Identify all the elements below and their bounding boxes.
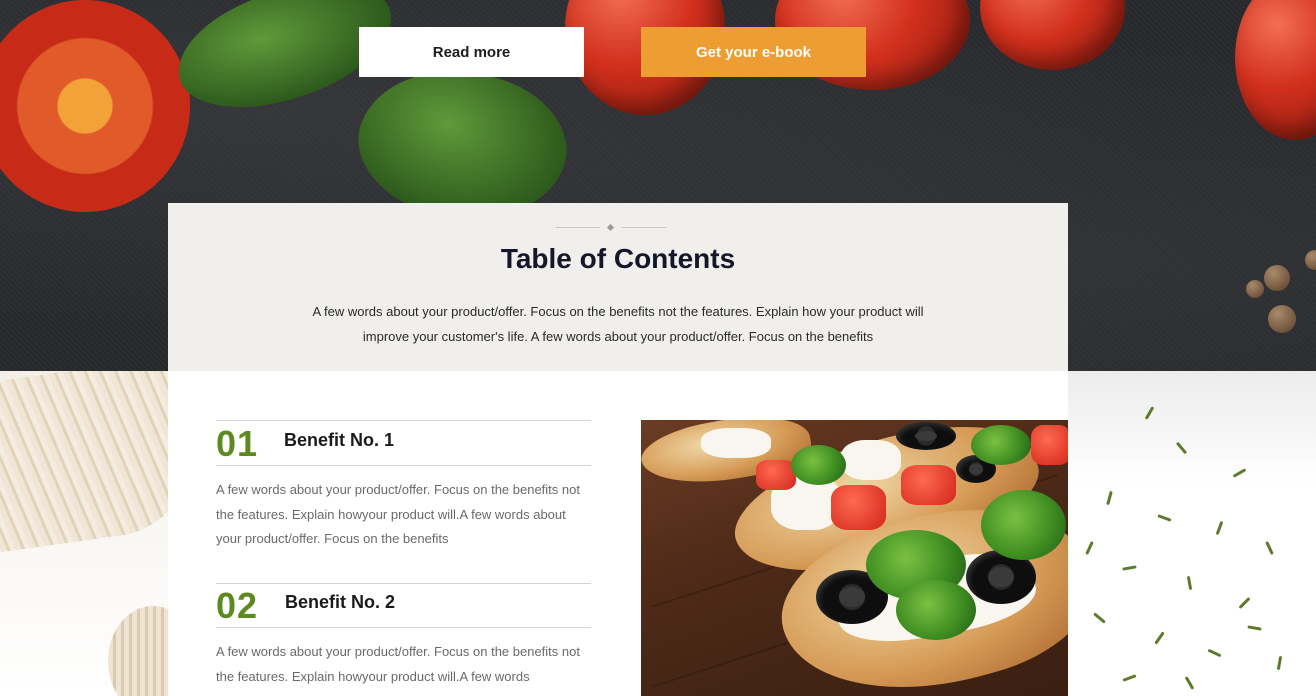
herb-decoration xyxy=(1184,676,1195,690)
benefit-item: 02 Benefit No. 2 A few words about your … xyxy=(216,583,591,696)
benefit-number: 02 xyxy=(216,585,259,626)
tomato-decoration xyxy=(980,0,1125,70)
cheese-topping xyxy=(701,428,771,458)
herb-decoration xyxy=(1122,674,1137,682)
herb-decoration xyxy=(1215,520,1224,536)
section-divider xyxy=(556,223,666,232)
garlic-bulb-decoration xyxy=(108,606,168,696)
parsley-garnish xyxy=(981,490,1066,560)
olive-slice xyxy=(896,422,956,450)
divider-line xyxy=(556,227,600,228)
herb-decoration xyxy=(1247,625,1262,631)
herb-decoration xyxy=(1232,468,1247,478)
herb-decoration xyxy=(1276,655,1283,671)
herb-decoration xyxy=(1238,596,1251,610)
garlic-background xyxy=(0,371,168,696)
benefit-bottom-rule xyxy=(216,627,591,628)
tomato-piece xyxy=(901,465,956,505)
herb-decoration xyxy=(1207,648,1222,658)
benefit-description: A few words about your product/offer. Fo… xyxy=(216,482,580,546)
tomato-decoration xyxy=(1235,0,1316,140)
herb-decoration xyxy=(1154,631,1165,645)
benefit-top-rule xyxy=(216,583,591,584)
herb-decoration xyxy=(1265,541,1274,555)
benefit-title: Benefit No. 2 xyxy=(285,592,396,612)
benefit-description: A few words about your product/offer. Fo… xyxy=(216,644,580,684)
peppercorn-decoration xyxy=(1264,265,1290,291)
tomato-piece xyxy=(1031,425,1068,465)
herb-decoration xyxy=(1157,514,1172,522)
get-ebook-button[interactable]: Get your e-book xyxy=(641,27,866,77)
parsley-garnish xyxy=(791,445,846,485)
section-title: Table of Contents xyxy=(500,243,736,274)
peppercorn-decoration xyxy=(1246,280,1264,298)
peppercorn-decoration xyxy=(1268,305,1296,333)
garlic-stalk-decoration xyxy=(0,371,168,557)
benefit-title: Benefit No. 1 xyxy=(284,430,395,450)
read-more-button[interactable]: Read more xyxy=(359,27,584,77)
tomato-piece xyxy=(756,460,796,490)
herb-decoration xyxy=(1093,612,1106,624)
benefit-top-rule xyxy=(216,420,591,421)
benefit-item: 01 Benefit No. 1 A few words about your … xyxy=(216,420,591,580)
herbs-background xyxy=(1068,371,1316,696)
tomato-half-decoration xyxy=(0,0,190,212)
herb-decoration xyxy=(1144,406,1155,420)
herb-decoration xyxy=(1085,541,1094,555)
benefit-number: 01 xyxy=(216,423,259,464)
bruschetta-photo xyxy=(641,420,1068,696)
parsley-garnish xyxy=(896,580,976,640)
benefit-bottom-rule xyxy=(216,465,591,466)
cheese-topping xyxy=(841,440,901,480)
parsley-garnish xyxy=(971,425,1031,465)
peppercorn-decoration xyxy=(1305,250,1316,270)
herb-decoration xyxy=(1186,575,1193,591)
divider-line xyxy=(622,227,666,228)
herb-decoration xyxy=(1106,490,1113,506)
section-description: A few words about your product/offer. Fo… xyxy=(312,304,924,344)
herb-decoration xyxy=(1122,565,1137,571)
divider-diamond-icon xyxy=(606,223,615,232)
tomato-piece xyxy=(831,485,886,530)
herb-decoration xyxy=(1175,441,1188,455)
table-of-contents-header: Table of Contents A few words about your… xyxy=(168,203,1068,371)
